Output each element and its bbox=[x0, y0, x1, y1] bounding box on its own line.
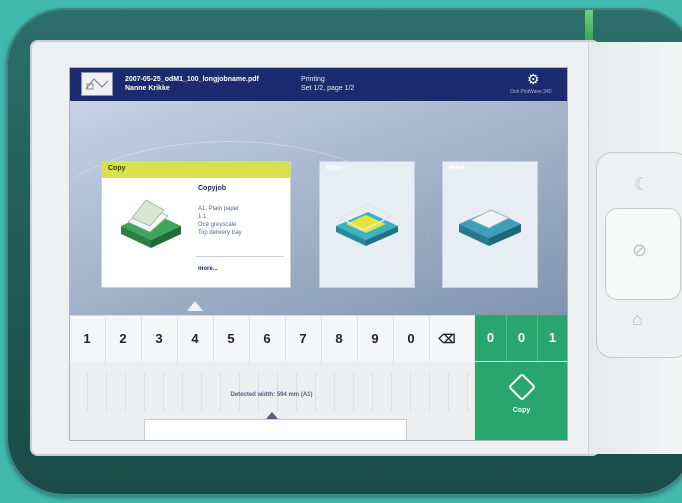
copier-icon bbox=[121, 199, 181, 248]
more-link[interactable]: more... bbox=[198, 266, 218, 272]
start-icon bbox=[507, 372, 537, 402]
drawing-thumbnail-icon bbox=[85, 78, 109, 90]
copy-setting-color: Océ greyscale bbox=[198, 222, 237, 228]
paper-indicator bbox=[144, 419, 407, 441]
device-model: Océ PlotWave 340 bbox=[510, 89, 552, 95]
selection-pointer bbox=[187, 301, 203, 311]
job-status-bar: 2007-05-25_odM1_100_longjobname.pdf Nann… bbox=[69, 67, 568, 101]
job-thumbnail[interactable] bbox=[81, 72, 113, 96]
key-5[interactable]: 5 bbox=[213, 316, 250, 362]
key-7[interactable]: 7 bbox=[285, 316, 322, 362]
copy-setting-tray: Top delivery tray bbox=[198, 230, 242, 236]
status-line-2: Set 1/2, page 1/2 bbox=[301, 85, 355, 92]
counter-digit: 0 bbox=[506, 315, 538, 361]
copy-setting-media: A1, Plain paper bbox=[198, 206, 240, 212]
print-card[interactable]: Print bbox=[442, 161, 538, 288]
key-2[interactable]: 2 bbox=[105, 316, 142, 362]
start-label: Copy bbox=[512, 407, 531, 414]
copy-counter: 0 0 1 bbox=[475, 315, 568, 361]
backspace-icon[interactable]: ⌫ bbox=[429, 316, 465, 362]
scan-card[interactable]: Scan bbox=[319, 161, 415, 288]
scanner-icon bbox=[336, 203, 398, 246]
key-6[interactable]: 6 bbox=[249, 316, 286, 362]
counter-digit: 1 bbox=[548, 330, 557, 345]
function-area: Copy Copyjob A1, Plain paper 1:1 Océ gre… bbox=[69, 101, 568, 315]
key-8[interactable]: 8 bbox=[321, 316, 358, 362]
gear-icon[interactable]: ⚙ bbox=[527, 71, 540, 88]
stop-icon[interactable]: ⊘ bbox=[632, 240, 647, 261]
print-card-label: Print bbox=[449, 165, 465, 172]
copy-setting-scale: 1:1 bbox=[198, 214, 207, 220]
key-3[interactable]: 3 bbox=[141, 316, 178, 362]
copy-card-label: Copy bbox=[102, 162, 290, 178]
key-0[interactable]: 0 bbox=[393, 316, 430, 362]
job-file-name: 2007-05-25_odM1_100_longjobname.pdf bbox=[125, 76, 259, 83]
print-status: Printing Set 1/2, page 1/2 bbox=[301, 75, 354, 93]
detected-width: Detected width: 594 mm (A1) bbox=[230, 392, 313, 398]
key-9[interactable]: 9 bbox=[357, 316, 394, 362]
printer-icon bbox=[459, 209, 521, 246]
start-copy-button[interactable]: Copy bbox=[475, 362, 568, 441]
sleep-moon-icon[interactable]: ☾ bbox=[634, 174, 650, 195]
home-icon[interactable]: ⌂ bbox=[632, 309, 643, 330]
copy-settings: A1, Plain paper 1:1 Océ greyscale Top de… bbox=[198, 205, 242, 237]
job-owner: Nanne Krikke bbox=[125, 85, 170, 92]
copy-job-title: Copyjob bbox=[198, 185, 226, 192]
key-4[interactable]: 4 bbox=[177, 316, 214, 362]
divider bbox=[196, 256, 284, 257]
status-line-1: Printing bbox=[301, 76, 325, 83]
touch-screen: 2007-05-25_odM1_100_longjobname.pdf Nann… bbox=[69, 67, 568, 441]
key-1[interactable]: 1 bbox=[69, 316, 106, 362]
counter-digit: 0 bbox=[475, 315, 507, 361]
copy-card[interactable]: Copy Copyjob A1, Plain paper 1:1 Océ gre… bbox=[101, 161, 291, 288]
job-info: 2007-05-25_odM1_100_longjobname.pdf Nann… bbox=[125, 75, 259, 93]
scan-card-label: Scan bbox=[326, 165, 343, 172]
numeric-keypad: 1 2 3 4 5 6 7 8 9 0 ⌫ bbox=[69, 315, 474, 363]
original-feed-area: Detected width: 594 mm (A1) bbox=[69, 362, 474, 441]
